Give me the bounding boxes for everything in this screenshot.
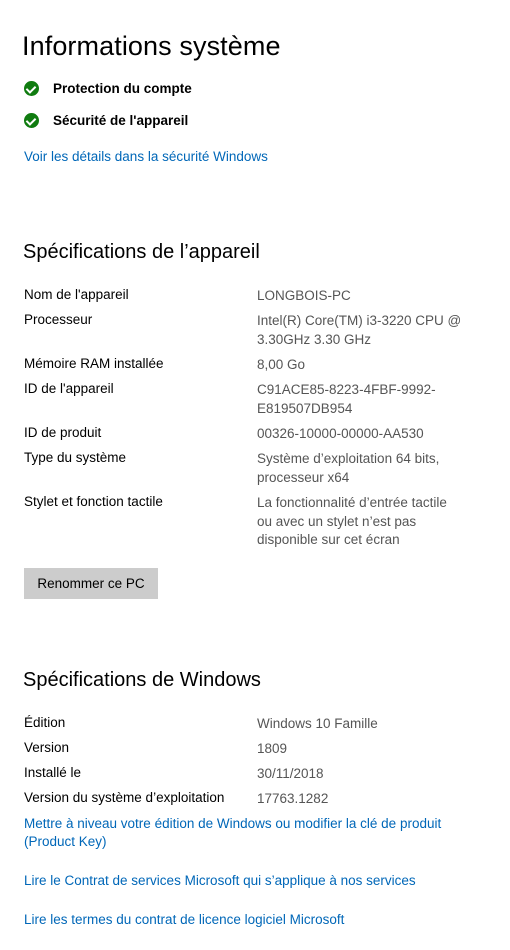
spec-value: Intel(R) Core(TM) i3-3220 CPU @ 3.30GHz … [257,313,462,347]
spec-value: LONGBOIS-PC [257,288,351,303]
page-title: Informations système [22,31,281,61]
upgrade-edition-link[interactable]: Mettre à niveau votre édition de Windows… [24,815,474,851]
status-label: Sécurité de l'appareil [53,112,189,128]
rename-pc-button[interactable]: Renommer ce PC [24,568,158,599]
spec-key: ID de l'appareil [24,381,114,396]
spec-key: Installé le [24,765,82,780]
spec-value: Windows 10 Famille [257,716,378,731]
spec-key: Mémoire RAM installée [24,356,164,371]
check-circle-icon [24,112,39,128]
spec-value: 00326-10000-00000-AA530 [257,426,424,441]
spec-value: 1809 [257,741,288,756]
spec-key: Processeur [24,312,93,327]
status-account-protection: Protection du compte [24,79,192,97]
spec-value: Système d’exploitation 64 bits, processe… [257,451,440,485]
spec-value: 8,00 Go [257,357,306,372]
spec-value: La fonctionnalité d’entrée tactile ou av… [257,495,447,547]
windows-specs-title: Spécifications de Windows [23,669,261,691]
spec-value: C91ACE85-8223-4FBF-9992- E819507DB954 [257,382,436,416]
spec-value: 17763.1282 [257,791,329,806]
status-label: Protection du compte [53,80,192,96]
spec-key: Type du système [24,450,127,465]
device-specs-title: Spécifications de l’appareil [23,241,260,263]
spec-value: 30/11/2018 [257,766,324,781]
spec-key: Stylet et fonction tactile [24,494,163,509]
security-details-link[interactable]: Voir les détails dans la sécurité Window… [24,148,268,166]
spec-key: ID de produit [24,425,102,440]
license-terms-link[interactable]: Lire les termes du contrat de licence lo… [24,911,344,929]
services-agreement-link[interactable]: Lire le Contrat de services Microsoft qu… [24,872,416,890]
spec-key: Édition [24,715,66,730]
status-device-security: Sécurité de l'appareil [24,111,188,129]
spec-key: Version [24,740,70,755]
spec-key: Version du système d’exploitation [24,790,225,805]
spec-key: Nom de l'appareil [24,287,129,302]
check-circle-icon [24,80,39,96]
